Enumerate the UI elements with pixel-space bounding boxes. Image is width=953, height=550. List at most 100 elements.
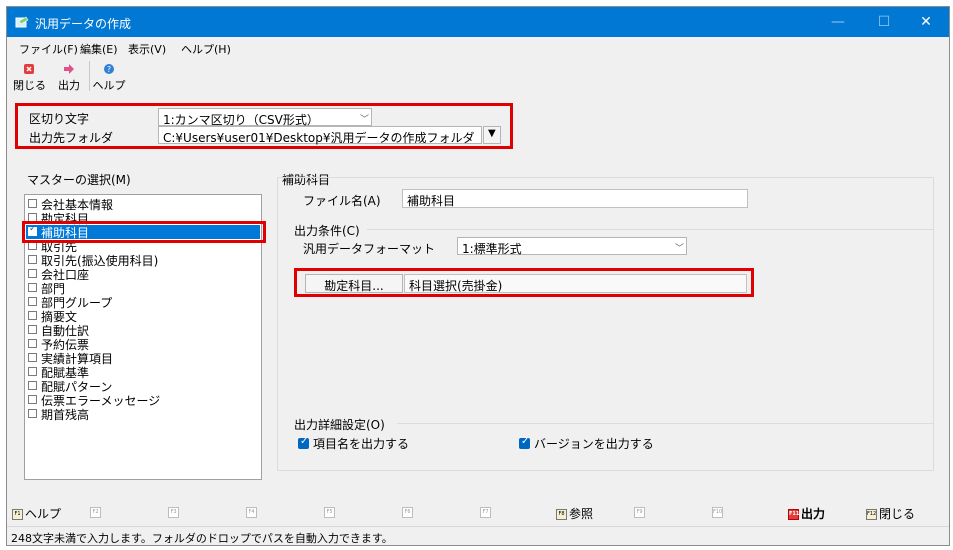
f11-key-icon: F11 (788, 509, 799, 520)
menu-file[interactable]: ファイル(F) (19, 41, 78, 57)
list-item[interactable]: 部門 (26, 281, 260, 296)
toolbar: 閉じる 出力 ? ヘルプ (7, 59, 949, 95)
checkbox[interactable] (28, 199, 37, 208)
list-item[interactable]: 会社口座 (26, 267, 260, 282)
status-text: 248文字未満で入力します。フォルダのドロップでパスを自動入力できます。 (11, 532, 393, 545)
highlight-frame-settings (15, 103, 513, 149)
status-bar: 248文字未満で入力します。フォルダのドロップでパスを自動入力できます。 (7, 526, 949, 545)
menu-view[interactable]: 表示(V) (128, 41, 166, 57)
f7-key-icon: F7 (480, 507, 491, 518)
f6-key-icon: F6 (402, 507, 413, 518)
function-key-bar: F1 ヘルプ F2 F3 F4 F5 F6 F7 F8 参照 F9 F10 F11 出… (7, 501, 949, 523)
check-icon: ✓ (521, 436, 530, 447)
menu-edit[interactable]: 編集(E) (80, 41, 118, 57)
toolbar-help-label: ヘルプ (92, 79, 126, 92)
checkbox[interactable] (28, 381, 37, 390)
filename-value: 補助科目 (407, 194, 456, 208)
f4-key-icon: F4 (246, 507, 257, 518)
fkey-f7: F7 (480, 505, 493, 519)
f10-key-icon: F10 (712, 507, 723, 518)
f5-key-icon: F5 (324, 507, 335, 518)
list-item[interactable]: 予約伝票 (26, 337, 260, 352)
chevron-down-icon: ﹀ (674, 244, 684, 254)
toolbar-close-label: 閉じる (13, 79, 46, 92)
checkbox[interactable] (28, 311, 37, 320)
arrow-right-icon (64, 64, 74, 74)
toolbar-output-label: 出力 (58, 79, 80, 92)
list-item[interactable]: 配賦基準 (26, 365, 260, 380)
fkey-f11-output[interactable]: F11 出力 (788, 505, 825, 521)
format-select[interactable]: 1:標準形式 ﹀ (457, 237, 687, 256)
highlight-frame-account (294, 268, 754, 297)
checkbox[interactable] (28, 297, 37, 306)
fkey-f3: F3 (168, 505, 181, 519)
fkey-f10: F10 (712, 505, 725, 519)
toolbar-separator (89, 61, 90, 91)
checkbox[interactable] (28, 269, 37, 278)
app-icon (15, 16, 29, 28)
help-icon: ? (104, 64, 114, 74)
item-name-checkbox[interactable]: ✓ (298, 436, 309, 449)
item-name-label: 項目名を出力する (313, 437, 410, 451)
checkbox[interactable] (28, 283, 37, 292)
checkbox[interactable] (28, 255, 37, 264)
toolbar-close-button[interactable]: 閉じる (13, 61, 46, 93)
minimize-icon: — (831, 14, 845, 30)
fkey-f12-close[interactable]: F12 閉じる (866, 505, 915, 521)
fkey-f5: F5 (324, 505, 337, 519)
f12-key-icon: F12 (866, 509, 877, 520)
f1-key-icon: F1 (12, 509, 23, 520)
list-item[interactable]: 部門グループ (26, 295, 260, 310)
toolbar-help-button[interactable]: ? ヘルプ (91, 61, 127, 93)
list-item[interactable]: 自動仕訳 (26, 323, 260, 338)
f2-key-icon: F2 (90, 507, 101, 518)
maximize-button[interactable]: ☐ (861, 7, 907, 37)
fkey-f2: F2 (90, 505, 103, 519)
master-title: マスターの選択(M) (27, 173, 131, 187)
checkbox[interactable] (28, 395, 37, 404)
format-label: 汎用データフォーマット (303, 242, 436, 256)
checkbox[interactable] (28, 325, 37, 334)
divider (397, 423, 933, 424)
maximize-icon: ☐ (877, 14, 891, 30)
fkey-f9: F9 (634, 505, 647, 519)
toolbar-output-button[interactable]: 出力 (53, 61, 85, 93)
list-item[interactable]: 期首残高 (26, 407, 260, 422)
close-icon (24, 64, 34, 74)
fkey-f1-help[interactable]: F1 ヘルプ (12, 505, 61, 521)
menu-help[interactable]: ヘルプ(H) (181, 41, 231, 57)
version-label: バージョンを出力する (534, 437, 654, 451)
checkbox[interactable] (28, 353, 37, 362)
list-item[interactable]: 伝票エラーメッセージ (26, 393, 260, 408)
filename-input[interactable]: 補助科目 (402, 189, 748, 208)
version-checkbox[interactable]: ✓ (519, 436, 530, 449)
fkey-f6: F6 (402, 505, 415, 519)
title-bar: 汎用データの作成 — ☐ ✕ (7, 7, 949, 37)
output-condition-title: 出力条件(C) (294, 224, 360, 238)
output-detail-title: 出力詳細設定(O) (294, 418, 385, 432)
checkbox[interactable] (28, 409, 37, 418)
divider (367, 229, 933, 230)
list-item[interactable]: 会社基本情報 (26, 197, 260, 212)
filename-label: ファイル名(A) (303, 194, 381, 208)
list-item[interactable]: 配賦パターン (26, 379, 260, 394)
check-icon: ✓ (300, 436, 309, 447)
fkey-f8-reference[interactable]: F8 参照 (556, 505, 593, 521)
highlight-frame-selected-item (22, 221, 266, 243)
f8-key-icon: F8 (556, 509, 567, 520)
fkey-f4: F4 (246, 505, 259, 519)
f3-key-icon: F3 (168, 507, 179, 518)
format-value: 1:標準形式 (462, 242, 522, 256)
window-title: 汎用データの作成 (35, 17, 132, 31)
minimize-button[interactable]: — (815, 7, 861, 37)
checkbox[interactable] (28, 367, 37, 376)
list-item[interactable]: 取引先(振込使用科目) (26, 253, 260, 268)
close-window-button[interactable]: ✕ (903, 7, 949, 37)
menu-bar: ファイル(F) 編集(E) 表示(V) ヘルプ(H) (7, 38, 949, 58)
svg-text:?: ? (107, 65, 111, 74)
list-item[interactable]: 実績計算項目 (26, 351, 260, 366)
list-item[interactable]: 摘要文 (26, 309, 260, 324)
app-window: 汎用データの作成 — ☐ ✕ ファイル(F) 編集(E) 表示(V) ヘルプ(H… (6, 6, 950, 546)
checkbox[interactable] (28, 339, 37, 348)
f9-key-icon: F9 (634, 507, 645, 518)
